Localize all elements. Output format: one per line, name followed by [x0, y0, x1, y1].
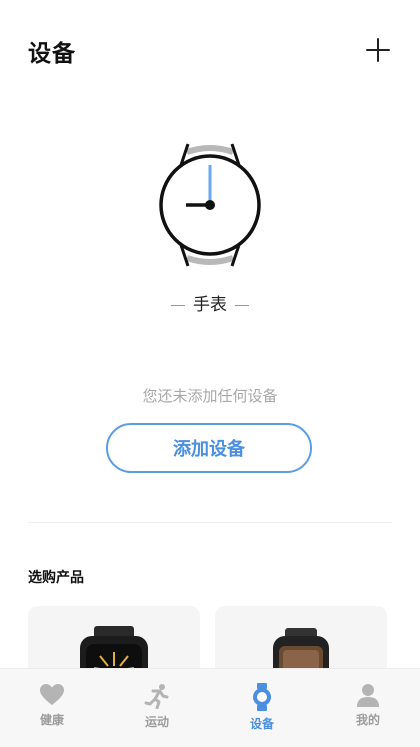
tab-mine[interactable]: 我的 [333, 683, 403, 739]
tab-device[interactable]: 设备 [227, 683, 297, 739]
person-icon [357, 684, 379, 707]
watch-icon [159, 143, 261, 267]
tab-health-label: 健康 [39, 713, 64, 727]
tab-mine-label: 我的 [355, 713, 380, 727]
tab-device-label: 设备 [249, 717, 274, 731]
dash-left [171, 304, 185, 306]
running-icon [144, 684, 169, 709]
dash-right [235, 304, 249, 306]
divider [28, 522, 392, 523]
shop-section-title: 选购产品 [28, 570, 84, 586]
heart-icon [40, 684, 64, 705]
tab-health[interactable]: 健康 [17, 683, 87, 739]
tab-sport[interactable]: 运动 [122, 683, 192, 739]
header: 设备 [0, 0, 420, 100]
plus-icon[interactable] [366, 38, 390, 62]
page-title: 设备 [28, 41, 76, 67]
add-device-button[interactable]: 添加设备 [106, 423, 312, 473]
device-type-label: 手表 [0, 290, 420, 315]
device-type-text: 手表 [193, 295, 227, 315]
watch-icon [253, 683, 271, 711]
add-device-button-label: 添加设备 [173, 439, 245, 460]
tab-sport-label: 运动 [144, 715, 169, 729]
empty-state-hint: 您还未添加任何设备 [142, 387, 278, 405]
bottom-tab-bar: 健康 运动 设备 我的 [0, 668, 420, 747]
